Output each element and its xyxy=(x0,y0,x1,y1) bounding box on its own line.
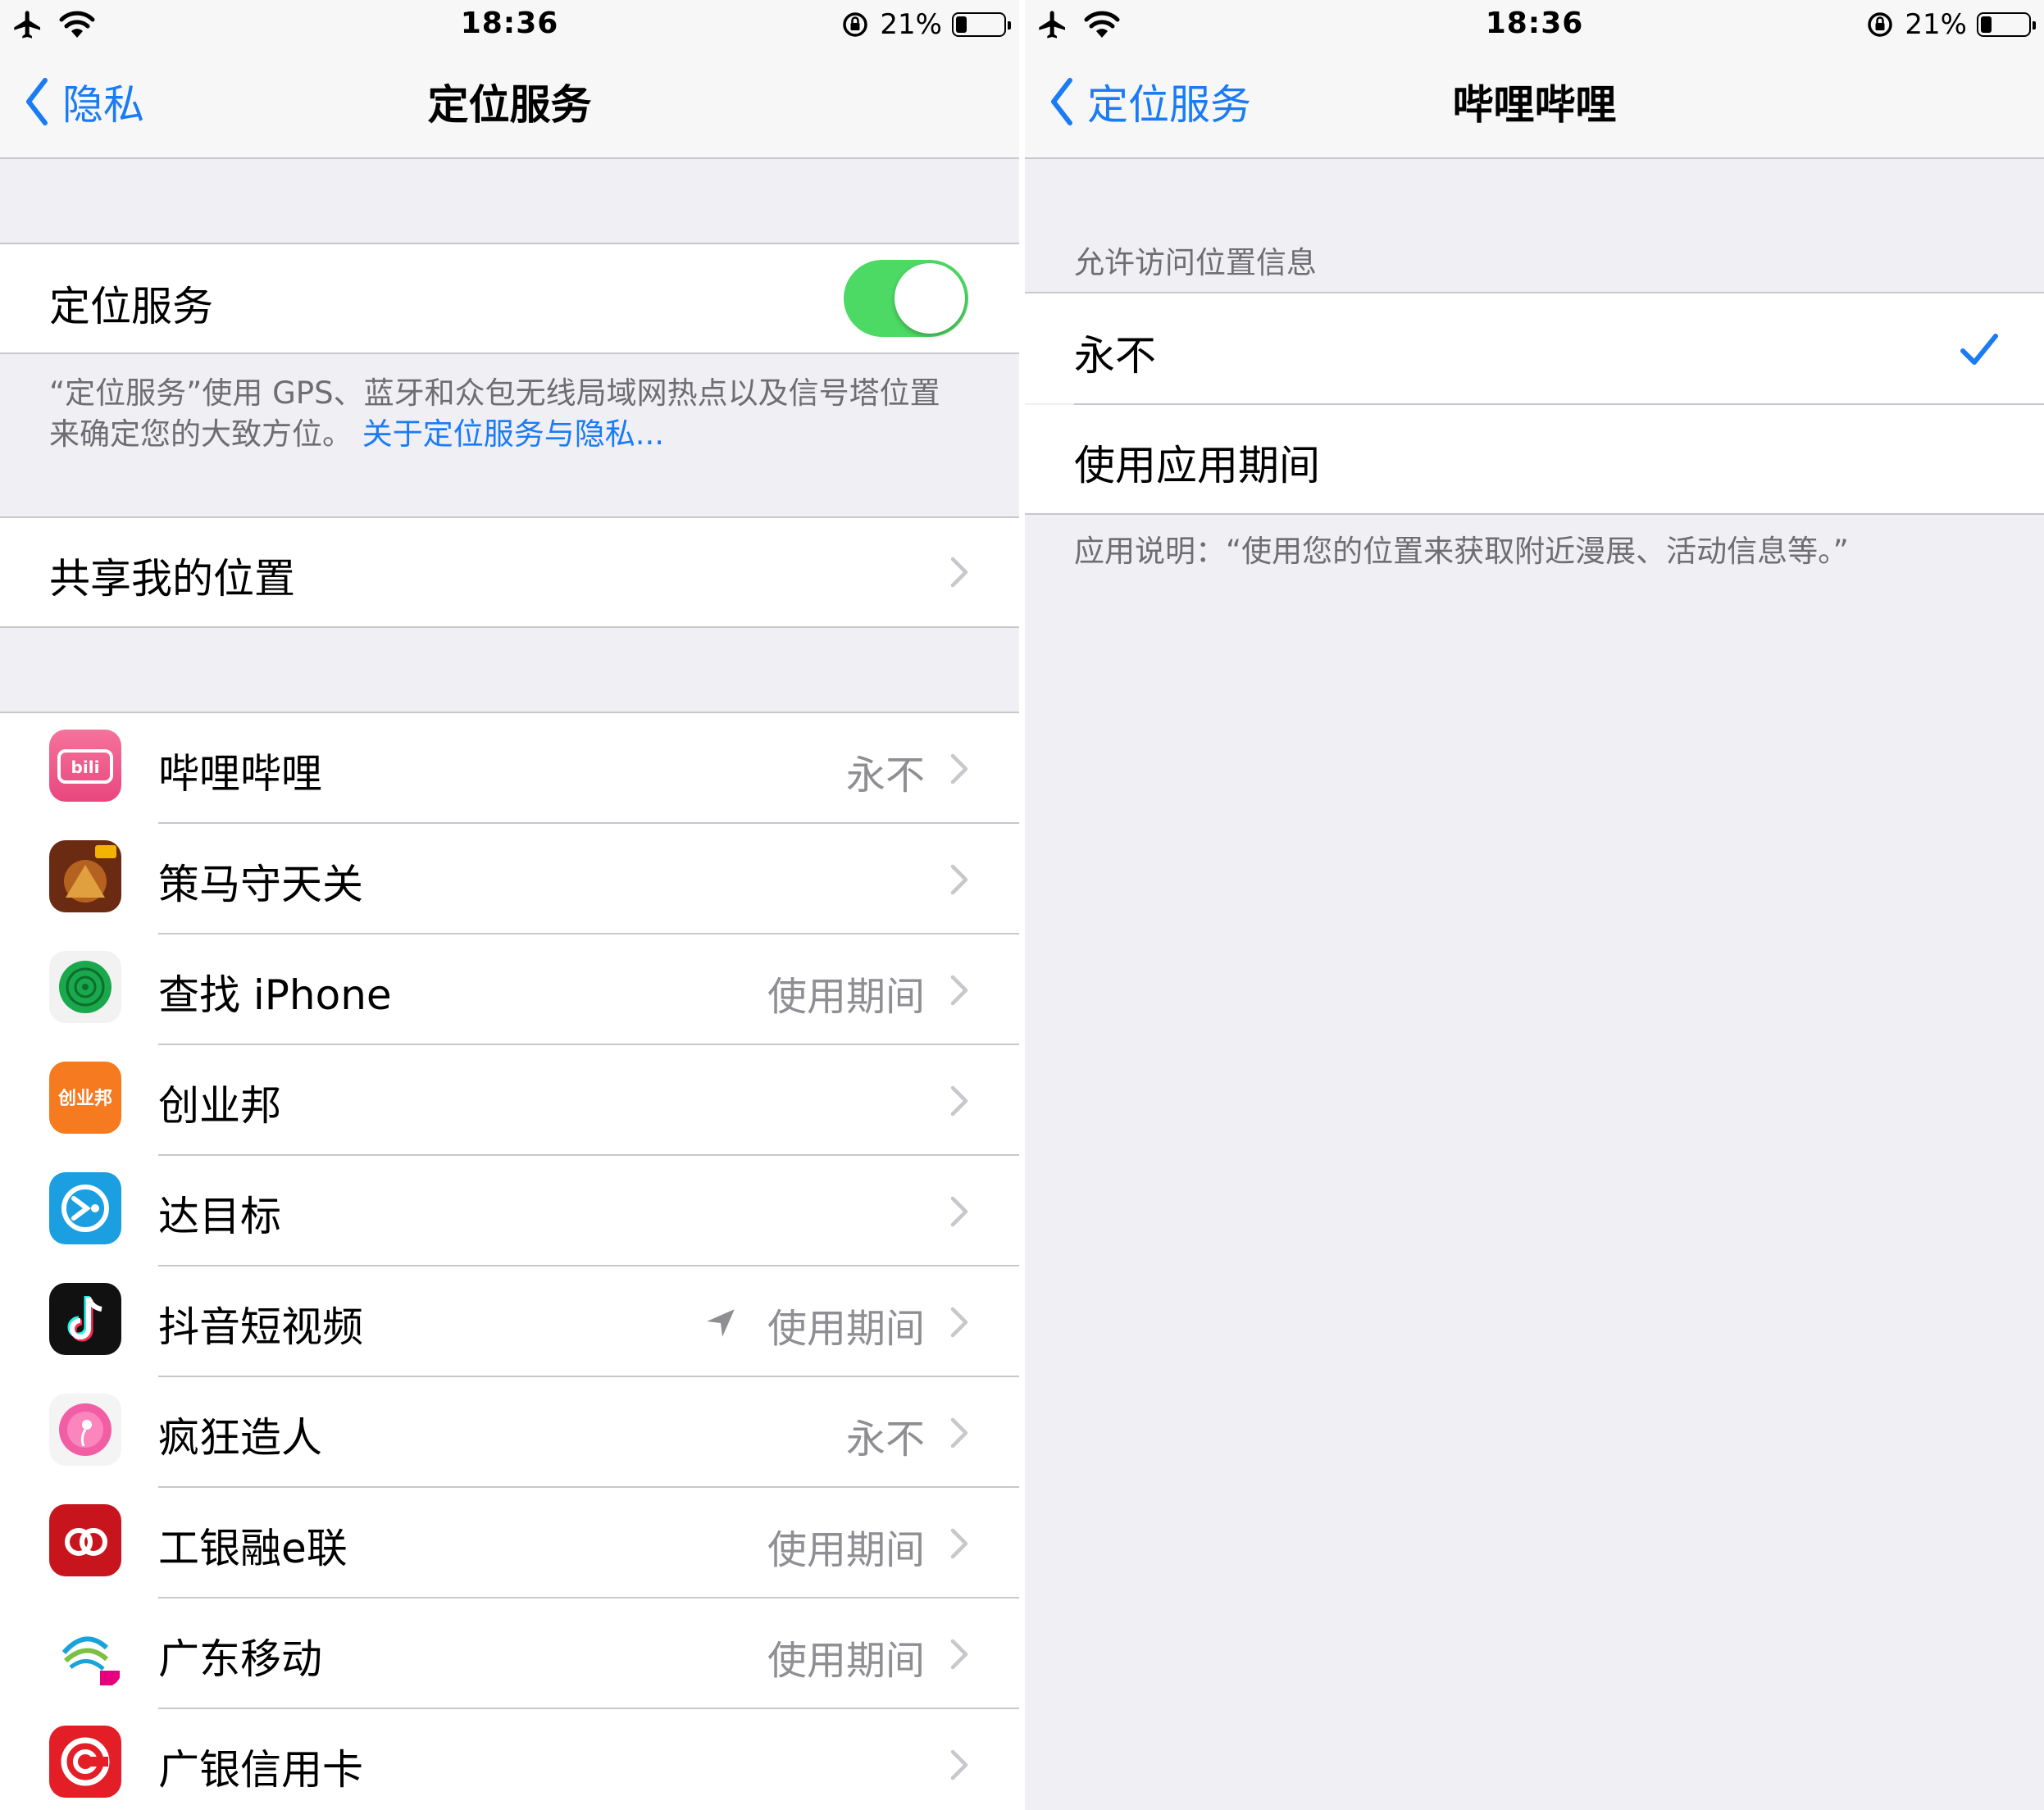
share-location-label: 共享我的位置 xyxy=(49,555,295,603)
app-row[interactable]: 策马守天关 xyxy=(0,824,1019,935)
bilibili-location-screen: 18:36 21% 定位服务 哔哩哔哩 允许访问位置信息 永不 使用应用期间 应… xyxy=(1025,0,2044,1810)
navigation-bar: 18:36 21% 定位服务 哔哩哔哩 xyxy=(1025,0,2044,159)
svg-text:bili: bili xyxy=(71,757,100,777)
app-row[interactable]: 广东移动 使用期间 xyxy=(0,1599,1019,1709)
divider xyxy=(0,626,1019,628)
status-bar: 18:36 21% xyxy=(0,0,1019,51)
douyin-icon xyxy=(49,1283,121,1355)
location-services-label: 定位服务 xyxy=(49,283,213,330)
orientation-lock-icon xyxy=(843,12,868,37)
app-permission-value: 永不 xyxy=(845,1417,925,1462)
app-name: 创业邦 xyxy=(158,1082,281,1130)
panel-gap xyxy=(1019,0,1025,1810)
app-row[interactable]: 工银融e联 使用期间 xyxy=(0,1488,1019,1599)
privacy-link[interactable]: 关于定位服务与隐私... xyxy=(362,416,664,452)
app-name: 广东移动 xyxy=(158,1635,322,1683)
battery-percentage: 21% xyxy=(880,8,942,41)
app-name: 哔哩哔哩 xyxy=(158,750,322,798)
section-header: 允许访问位置信息 xyxy=(1074,245,1317,280)
app-permission-value: 永不 xyxy=(845,753,925,798)
chevron-right-icon xyxy=(950,1307,968,1338)
app-list: bili 哔哩哔哩 永不 策马守天关 查找 iPhone 使用期间 创业邦 创业邦 达目标 抖音短… xyxy=(0,713,1019,1810)
share-my-location-row[interactable]: 共享我的位置 xyxy=(0,518,1019,626)
app-permission-value: 使用期间 xyxy=(767,1638,925,1684)
app-row[interactable]: 广银信用卡 xyxy=(0,1709,1019,1810)
chevron-right-icon xyxy=(950,975,968,1006)
bilibili-icon: bili xyxy=(49,730,121,802)
page-title: 哔哩哔哩 xyxy=(1452,81,1617,129)
option-label: 永不 xyxy=(1074,332,1156,380)
page-title: 定位服务 xyxy=(427,81,592,129)
app-description-footer: 应用说明：“使用您的位置来获取附近漫展、活动信息等。” xyxy=(1074,534,1849,569)
chevron-right-icon xyxy=(950,1417,968,1448)
app-row[interactable]: 创业邦 创业邦 xyxy=(0,1045,1019,1156)
china-mobile-icon xyxy=(49,1615,121,1687)
app-name: 达目标 xyxy=(158,1193,281,1240)
chevron-right-icon xyxy=(950,1749,968,1780)
chevron-right-icon xyxy=(950,1085,968,1116)
app-permission-value: 使用期间 xyxy=(767,974,925,1020)
battery-percentage: 21% xyxy=(1905,8,1967,41)
damubiao-icon xyxy=(49,1172,121,1244)
chevron-right-icon xyxy=(950,557,968,588)
divider xyxy=(0,352,1019,354)
location-services-footer: “定位服务”使用 GPS、蓝牙和众包无线局域网热点以及信号塔位置来确定您的大致方… xyxy=(49,373,967,455)
location-arrow-icon xyxy=(707,1309,735,1337)
chevron-right-icon xyxy=(950,1528,968,1559)
app-name: 策马守天关 xyxy=(158,861,363,908)
app-row[interactable]: 查找 iPhone 使用期间 xyxy=(0,935,1019,1045)
app-row[interactable]: 抖音短视频 使用期间 xyxy=(0,1267,1019,1377)
app-name: 疯狂造人 xyxy=(158,1414,322,1462)
toggle-knob xyxy=(895,263,965,334)
app-name: 广银信用卡 xyxy=(158,1746,363,1794)
game-icon xyxy=(49,840,121,912)
app-name: 工银融e联 xyxy=(158,1525,348,1572)
chevron-right-icon xyxy=(950,1196,968,1227)
divider xyxy=(1025,513,2044,515)
battery-icon xyxy=(952,12,1011,37)
app-permission-value: 使用期间 xyxy=(767,1527,925,1573)
battery-icon xyxy=(1977,12,2036,37)
app-row[interactable]: bili 哔哩哔哩 永不 xyxy=(0,713,1019,824)
orientation-lock-icon xyxy=(1868,12,1893,37)
option-while-using[interactable]: 使用应用期间 xyxy=(1025,405,2044,513)
location-services-screen: 18:36 21% 隐私 定位服务 定位服务 “定位服务”使用 GPS、蓝牙和众… xyxy=(0,0,1019,1810)
app-name: 查找 iPhone xyxy=(158,971,392,1019)
chevron-right-icon xyxy=(950,753,968,784)
chevron-right-icon xyxy=(950,1639,968,1670)
chevron-right-icon xyxy=(950,864,968,895)
find-iphone-icon xyxy=(49,951,121,1023)
icbc-icon xyxy=(49,1504,121,1576)
chuangyebang-icon: 创业邦 xyxy=(49,1062,121,1134)
status-bar: 18:36 21% xyxy=(1025,0,2044,51)
app-row[interactable]: 疯狂造人 永不 xyxy=(0,1377,1019,1488)
option-never[interactable]: 永不 xyxy=(1025,293,2044,403)
option-label: 使用应用期间 xyxy=(1074,442,1320,489)
app-name: 抖音短视频 xyxy=(158,1303,363,1351)
app-row[interactable]: 达目标 xyxy=(0,1156,1019,1267)
cgb-card-icon xyxy=(49,1726,121,1798)
app-permission-value: 使用期间 xyxy=(767,1306,925,1352)
navigation-bar: 18:36 21% 隐私 定位服务 xyxy=(0,0,1019,159)
checkmark-icon xyxy=(1960,334,1998,365)
svg-text:创业邦: 创业邦 xyxy=(57,1089,112,1109)
crazy-icon xyxy=(49,1394,121,1466)
location-services-toggle[interactable] xyxy=(844,260,968,337)
